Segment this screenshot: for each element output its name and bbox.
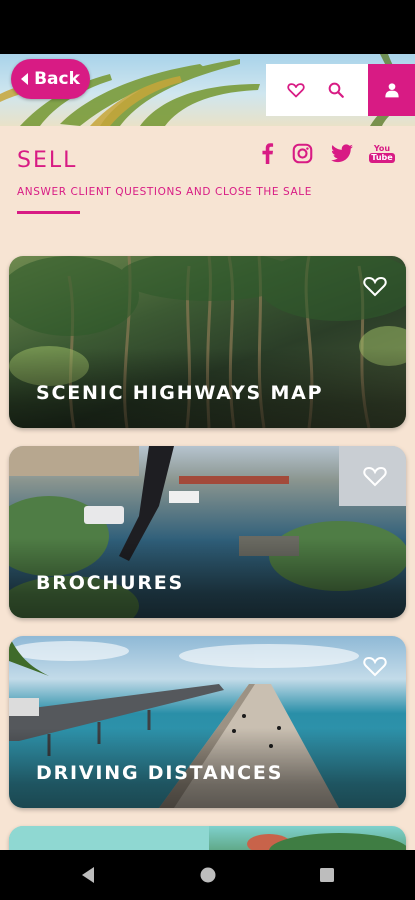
back-triangle-icon[interactable] <box>80 866 96 884</box>
youtube-text-bottom: Tube <box>369 152 395 163</box>
back-arrow-icon <box>21 73 29 85</box>
facebook-icon[interactable] <box>256 140 278 166</box>
card-driving-distances[interactable]: DRIVING DISTANCES <box>9 636 406 808</box>
title-underline <box>17 211 80 214</box>
home-circle-icon[interactable] <box>199 866 217 884</box>
card-label: DRIVING DISTANCES <box>36 762 284 784</box>
heart-icon[interactable] <box>284 78 308 102</box>
android-nav-bar <box>0 850 415 900</box>
favorite-heart-icon[interactable] <box>363 274 387 298</box>
app-screen: Back SELL ANSWER CLIENT QUESTIONS AND CL… <box>0 54 415 850</box>
page-subtitle: ANSWER CLIENT QUESTIONS AND CLOSE THE SA… <box>17 186 312 198</box>
card-brochures[interactable]: BROCHURES <box>9 446 406 618</box>
page-title: SELL <box>17 148 78 173</box>
twitter-icon[interactable] <box>330 140 354 166</box>
user-icon <box>384 83 399 98</box>
youtube-icon[interactable]: You Tube <box>369 140 395 166</box>
favorite-heart-icon[interactable] <box>363 464 387 488</box>
card-label: SCENIC HIGHWAYS MAP <box>36 382 324 404</box>
header-toolbar <box>266 64 368 116</box>
user-button[interactable] <box>368 64 415 116</box>
back-button[interactable]: Back <box>11 59 90 99</box>
recents-square-icon[interactable] <box>319 866 335 884</box>
instagram-icon[interactable] <box>290 140 314 166</box>
card-partial[interactable] <box>9 826 406 850</box>
youtube-text-top: You <box>373 143 391 153</box>
favorite-heart-icon[interactable] <box>363 654 387 678</box>
back-label: Back <box>34 69 80 89</box>
card-scenic-highways-map[interactable]: SCENIC HIGHWAYS MAP <box>9 256 406 428</box>
card-photo-beach <box>9 826 406 850</box>
card-label: BROCHURES <box>36 572 185 594</box>
header-banner: Back <box>0 54 415 126</box>
status-bar <box>0 0 415 54</box>
search-icon[interactable] <box>324 78 348 102</box>
